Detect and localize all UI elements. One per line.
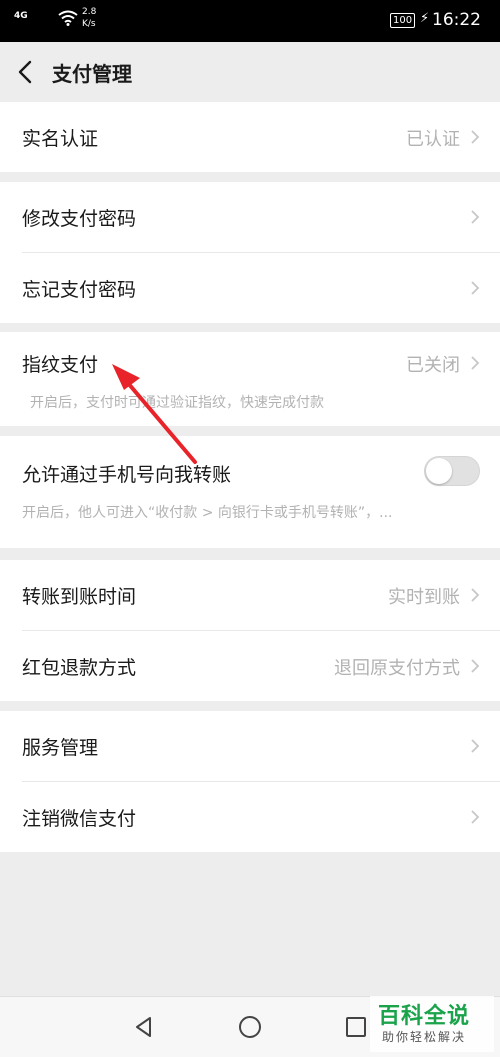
triangle-back-icon[interactable]: [132, 1015, 156, 1039]
phone-transfer-card: 允许通过手机号向我转账 开启后，他人可进入“收付款 > 向银行卡或手机号转账”，…: [0, 436, 500, 548]
realname-status: 已认证: [406, 129, 460, 150]
speed-unit: K/s: [82, 19, 96, 29]
chevron-right-icon: [471, 810, 480, 824]
chevron-right-icon: [471, 130, 480, 144]
back-icon[interactable]: [14, 58, 38, 86]
chevron-right-icon: [471, 356, 480, 370]
watermark-logo: 百科全说 助你轻松解决: [370, 996, 494, 1052]
battery-indicator: 100: [390, 13, 416, 28]
annotation-arrow-icon: [112, 364, 197, 464]
speed-value: 2.8: [82, 7, 97, 17]
fingerprint-label: 指纹支付: [22, 354, 99, 376]
fingerprint-status: 已关闭: [406, 355, 460, 376]
transfer-time-row[interactable]: 转账到账时间 实时到账: [0, 560, 500, 630]
phone-transfer-toggle[interactable]: [424, 456, 480, 486]
chevron-right-icon: [471, 281, 480, 295]
toggle-knob: [426, 458, 452, 484]
realname-row[interactable]: 实名认证 已认证: [0, 102, 500, 172]
header: 支付管理: [0, 42, 500, 102]
clock: 16:22: [432, 10, 481, 30]
square-recent-icon[interactable]: [344, 1015, 368, 1039]
transfer-settings-card: 转账到账时间 实时到账 红包退款方式 退回原支付方式: [0, 560, 500, 701]
cancel-wechat-pay-label: 注销微信支付: [22, 808, 137, 830]
watermark-subtitle: 助你轻松解决: [382, 1030, 467, 1044]
red-packet-refund-label: 红包退款方式: [22, 657, 137, 679]
status-bar: 4G 2.8 K/s 100 ⚡ 16:22: [0, 0, 500, 42]
modify-password-label: 修改支付密码: [22, 208, 137, 230]
transfer-time-value: 实时到账: [388, 587, 460, 608]
network-indicator: 4G: [14, 11, 28, 21]
chevron-right-icon: [471, 588, 480, 602]
realname-label: 实名认证: [22, 128, 99, 150]
charging-icon: ⚡: [420, 11, 430, 26]
realname-card: 实名认证 已认证: [0, 102, 500, 172]
network-speed: 2.8 K/s: [82, 6, 96, 30]
service-management-label: 服务管理: [22, 737, 99, 759]
forgot-password-row[interactable]: 忘记支付密码: [0, 253, 500, 323]
service-management-row[interactable]: 服务管理: [0, 711, 500, 781]
phone-transfer-row: 允许通过手机号向我转账: [0, 436, 500, 506]
forgot-password-label: 忘记支付密码: [22, 279, 137, 301]
phone-transfer-description: 开启后，他人可进入“收付款 > 向银行卡或手机号转账”，...: [22, 505, 393, 521]
red-packet-refund-row[interactable]: 红包退款方式 退回原支付方式: [0, 631, 500, 701]
chevron-right-icon: [471, 739, 480, 753]
chevron-right-icon: [471, 659, 480, 673]
watermark-title: 百科全说: [378, 1004, 471, 1029]
wifi-icon: [58, 10, 78, 26]
modify-password-row[interactable]: 修改支付密码: [0, 182, 500, 252]
page-title: 支付管理: [52, 62, 132, 86]
red-packet-refund-value: 退回原支付方式: [334, 658, 460, 679]
chevron-right-icon: [471, 210, 480, 224]
circle-home-icon[interactable]: [238, 1015, 262, 1039]
password-card: 修改支付密码 忘记支付密码: [0, 182, 500, 323]
transfer-time-label: 转账到账时间: [22, 586, 137, 608]
fingerprint-card: 指纹支付 已关闭 开启后，支付时可通过验证指纹，快速完成付款: [0, 332, 500, 426]
service-card: 服务管理 注销微信支付: [0, 711, 500, 852]
cancel-wechat-pay-row[interactable]: 注销微信支付: [0, 782, 500, 852]
